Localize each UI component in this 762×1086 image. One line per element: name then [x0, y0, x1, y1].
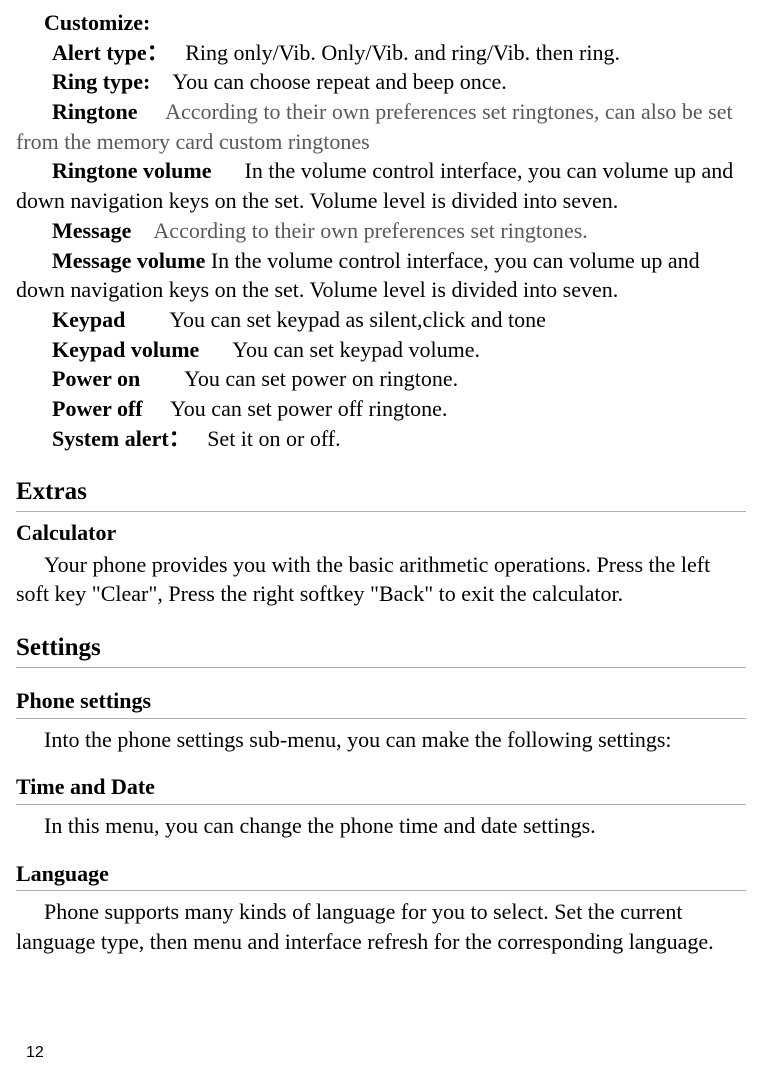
alert-type-label: Alert type： [52, 40, 169, 65]
time-date-heading: Time and Date [16, 772, 746, 805]
calculator-text: Your phone provides you with the basic a… [16, 550, 746, 609]
keypad-text: You can set keypad as silent,click and t… [169, 307, 546, 332]
message-row: Message According to their own preferenc… [16, 216, 746, 246]
customize-section: Customize: Alert type： Ring only/Vib. On… [16, 8, 746, 453]
ring-type-row: Ring type: You can choose repeat and bee… [16, 67, 746, 97]
message-label: Message [52, 218, 131, 243]
power-on-label: Power on [52, 366, 140, 391]
keypad-label: Keypad [52, 307, 125, 332]
ringtone-volume-row: Ringtone volume In the volume control in… [16, 156, 746, 215]
power-off-text: You can set power off ringtone. [170, 396, 447, 421]
calculator-heading: Calculator [16, 518, 746, 550]
power-on-text: You can set power on ringtone. [184, 366, 458, 391]
power-off-row: Power off You can set power off ringtone… [16, 394, 746, 424]
alert-type-row: Alert type： Ring only/Vib. Only/Vib. and… [16, 38, 746, 68]
system-alert-text: Set it on or off. [207, 426, 340, 451]
ringtone-row: Ringtone According to their own preferen… [16, 97, 746, 156]
page-number: 12 [26, 1042, 44, 1064]
keypad-row: Keypad You can set keypad as silent,clic… [16, 305, 746, 335]
message-text: According to their own preferences set r… [153, 218, 587, 243]
extras-heading: Extras [16, 475, 746, 512]
customize-header: Customize: [16, 8, 746, 38]
phone-settings-heading: Phone settings [16, 686, 746, 719]
keypad-volume-label: Keypad volume [52, 337, 199, 362]
language-heading: Language [16, 859, 746, 892]
keypad-volume-row: Keypad volume You can set keypad volume. [16, 335, 746, 365]
system-alert-row: System alert： Set it on or off. [16, 424, 746, 454]
system-alert-label: System alert： [52, 426, 191, 451]
ring-type-text: You can choose repeat and beep once. [172, 69, 506, 94]
ring-type-label: Ring type: [52, 69, 150, 94]
phone-settings-text: Into the phone settings sub-menu, you ca… [16, 725, 746, 755]
time-date-text: In this menu, you can change the phone t… [16, 811, 746, 841]
ringtone-label: Ringtone [52, 99, 138, 124]
language-text: Phone supports many kinds of language fo… [16, 897, 746, 956]
alert-type-text: Ring only/Vib. Only/Vib. and ring/Vib. t… [185, 40, 620, 65]
ringtone-volume-label: Ringtone volume [52, 158, 212, 183]
power-on-row: Power on You can set power on ringtone. [16, 364, 746, 394]
keypad-volume-text: You can set keypad volume. [232, 337, 480, 362]
message-volume-row: Message volume In the volume control int… [16, 246, 746, 305]
power-off-label: Power off [52, 396, 143, 421]
settings-heading: Settings [16, 631, 746, 668]
customize-header-label: Customize: [44, 10, 150, 35]
message-volume-label: Message volume [52, 248, 205, 273]
